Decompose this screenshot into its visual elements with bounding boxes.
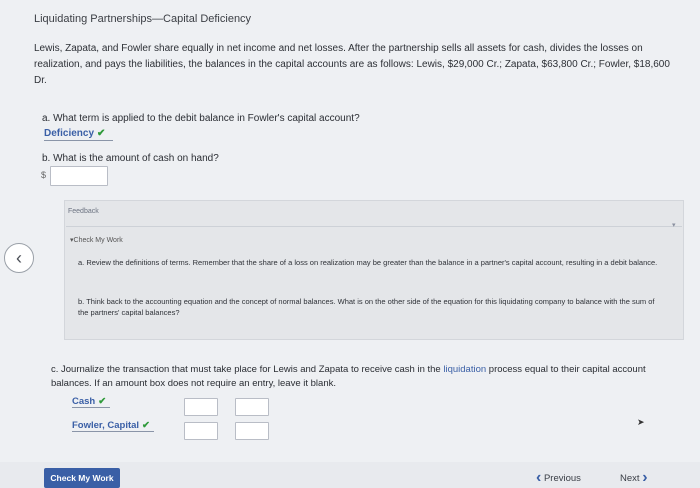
question-c: c. Journalize the transaction that must … xyxy=(51,363,681,391)
account-select-fowler-capital[interactable]: Fowler, Capital ✔ xyxy=(72,420,155,432)
account-fowler-label: Fowler, Capital xyxy=(72,420,140,431)
answer-a-select[interactable]: Deficiency ✔ xyxy=(44,127,114,141)
account-select-cash[interactable]: Cash ✔ xyxy=(72,396,111,408)
previous-button[interactable]: ‹ Previous xyxy=(536,468,581,488)
cash-credit-input[interactable] xyxy=(235,398,269,416)
account-cash-label: Cash xyxy=(72,396,96,407)
checkmark-icon: ✔ xyxy=(97,128,106,139)
checkmark-icon: ✔ xyxy=(98,396,107,407)
next-button[interactable]: Next › xyxy=(620,468,648,488)
chevron-left-icon: ‹ xyxy=(536,469,542,486)
checkmark-icon: ✔ xyxy=(142,420,151,431)
chevron-right-icon: › xyxy=(642,469,648,486)
previous-label: Previous xyxy=(543,472,581,484)
check-my-work-toggle[interactable]: ▾Check My Work xyxy=(70,236,123,244)
mouse-cursor-icon: ➤ xyxy=(637,417,645,427)
question-b: b. What is the amount of cash on hand? xyxy=(42,153,219,164)
feedback-panel xyxy=(64,200,684,340)
feedback-label: Feedback xyxy=(68,208,99,215)
cash-amount-input[interactable] xyxy=(50,166,108,186)
currency-symbol: $ xyxy=(41,170,47,180)
page-title: Liquidating Partnerships—Capital Deficie… xyxy=(34,13,252,25)
liquidation-link[interactable]: liquidation xyxy=(443,364,486,375)
question-a: a. What term is applied to the debit bal… xyxy=(42,113,360,124)
feedback-divider xyxy=(66,226,682,227)
hint-a: a. Review the definitions of terms. Reme… xyxy=(78,258,658,267)
fowler-credit-input[interactable] xyxy=(235,422,269,440)
fowler-debit-input[interactable] xyxy=(184,422,218,440)
check-my-work-button[interactable]: Check My Work xyxy=(44,468,120,488)
question-c-pre: c. Journalize the transaction that must … xyxy=(51,364,444,375)
problem-intro: Lewis, Zapata, and Fowler share equally … xyxy=(34,43,670,86)
next-label: Next xyxy=(620,472,640,484)
feedback-collapse-icon[interactable]: ▾ xyxy=(672,221,676,229)
chevron-left-icon[interactable]: ‹ xyxy=(4,243,34,273)
cash-debit-input[interactable] xyxy=(184,398,218,416)
hint-b: b. Think back to the accounting equation… xyxy=(78,297,655,317)
answer-a-value: Deficiency xyxy=(44,128,95,139)
